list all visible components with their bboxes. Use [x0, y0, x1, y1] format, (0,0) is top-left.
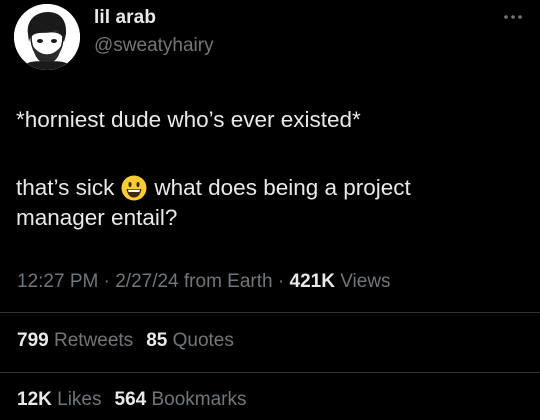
bookmarks-count: 564	[114, 389, 147, 410]
tweet-text-line-2: that’s sick what does being a project	[16, 173, 411, 203]
tweet-text-before-emoji: that’s sick	[16, 175, 115, 200]
tweet-time[interactable]: 12:27 PM	[17, 271, 98, 292]
avatar[interactable]	[14, 4, 80, 70]
views-label: Views	[340, 271, 391, 292]
divider	[0, 312, 540, 313]
tweet-source: from Earth	[183, 271, 273, 292]
tweet-text-line-1: *horniest dude who’s ever existed*	[16, 107, 361, 132]
engagement-row-2: 12K Likes 564 Bookmarks	[17, 389, 260, 411]
more-horizontal-icon	[504, 15, 522, 19]
bookmarks-stat[interactable]: 564 Bookmarks	[115, 389, 247, 411]
likes-label: Likes	[57, 389, 102, 410]
views-count: 421K	[289, 271, 335, 292]
tweet-header: lil arab @sweatyhairy	[0, 0, 540, 78]
engagement-row-1: 799 Retweets 85 Quotes	[17, 330, 247, 352]
quotes-count: 85	[146, 330, 168, 351]
retweets-stat[interactable]: 799 Retweets	[17, 330, 133, 352]
retweets-label: Retweets	[53, 330, 134, 351]
retweets-count: 799	[17, 330, 49, 351]
meta-separator: ·	[277, 271, 285, 292]
bookmarks-label: Bookmarks	[151, 389, 247, 410]
tweet-meta: 12:27 PM · 2/27/24 from Earth · 421K Vie…	[17, 271, 391, 293]
likes-count: 12K	[17, 389, 52, 410]
divider	[0, 372, 540, 373]
more-options-button[interactable]	[498, 2, 528, 32]
tweet-text-after-emoji: what does being a project	[154, 175, 411, 200]
meta-separator: ·	[103, 271, 110, 292]
display-name[interactable]: lil arab	[94, 7, 156, 29]
likes-stat[interactable]: 12K Likes	[17, 389, 102, 411]
user-handle[interactable]: @sweatyhairy	[94, 35, 214, 57]
tweet-date[interactable]: 2/27/24	[115, 271, 178, 292]
quotes-label: Quotes	[172, 330, 234, 351]
tweet-text-line-3: manager entail?	[16, 205, 178, 230]
quotes-stat[interactable]: 85 Quotes	[146, 330, 234, 352]
grinning-face-emoji-icon	[121, 175, 147, 201]
